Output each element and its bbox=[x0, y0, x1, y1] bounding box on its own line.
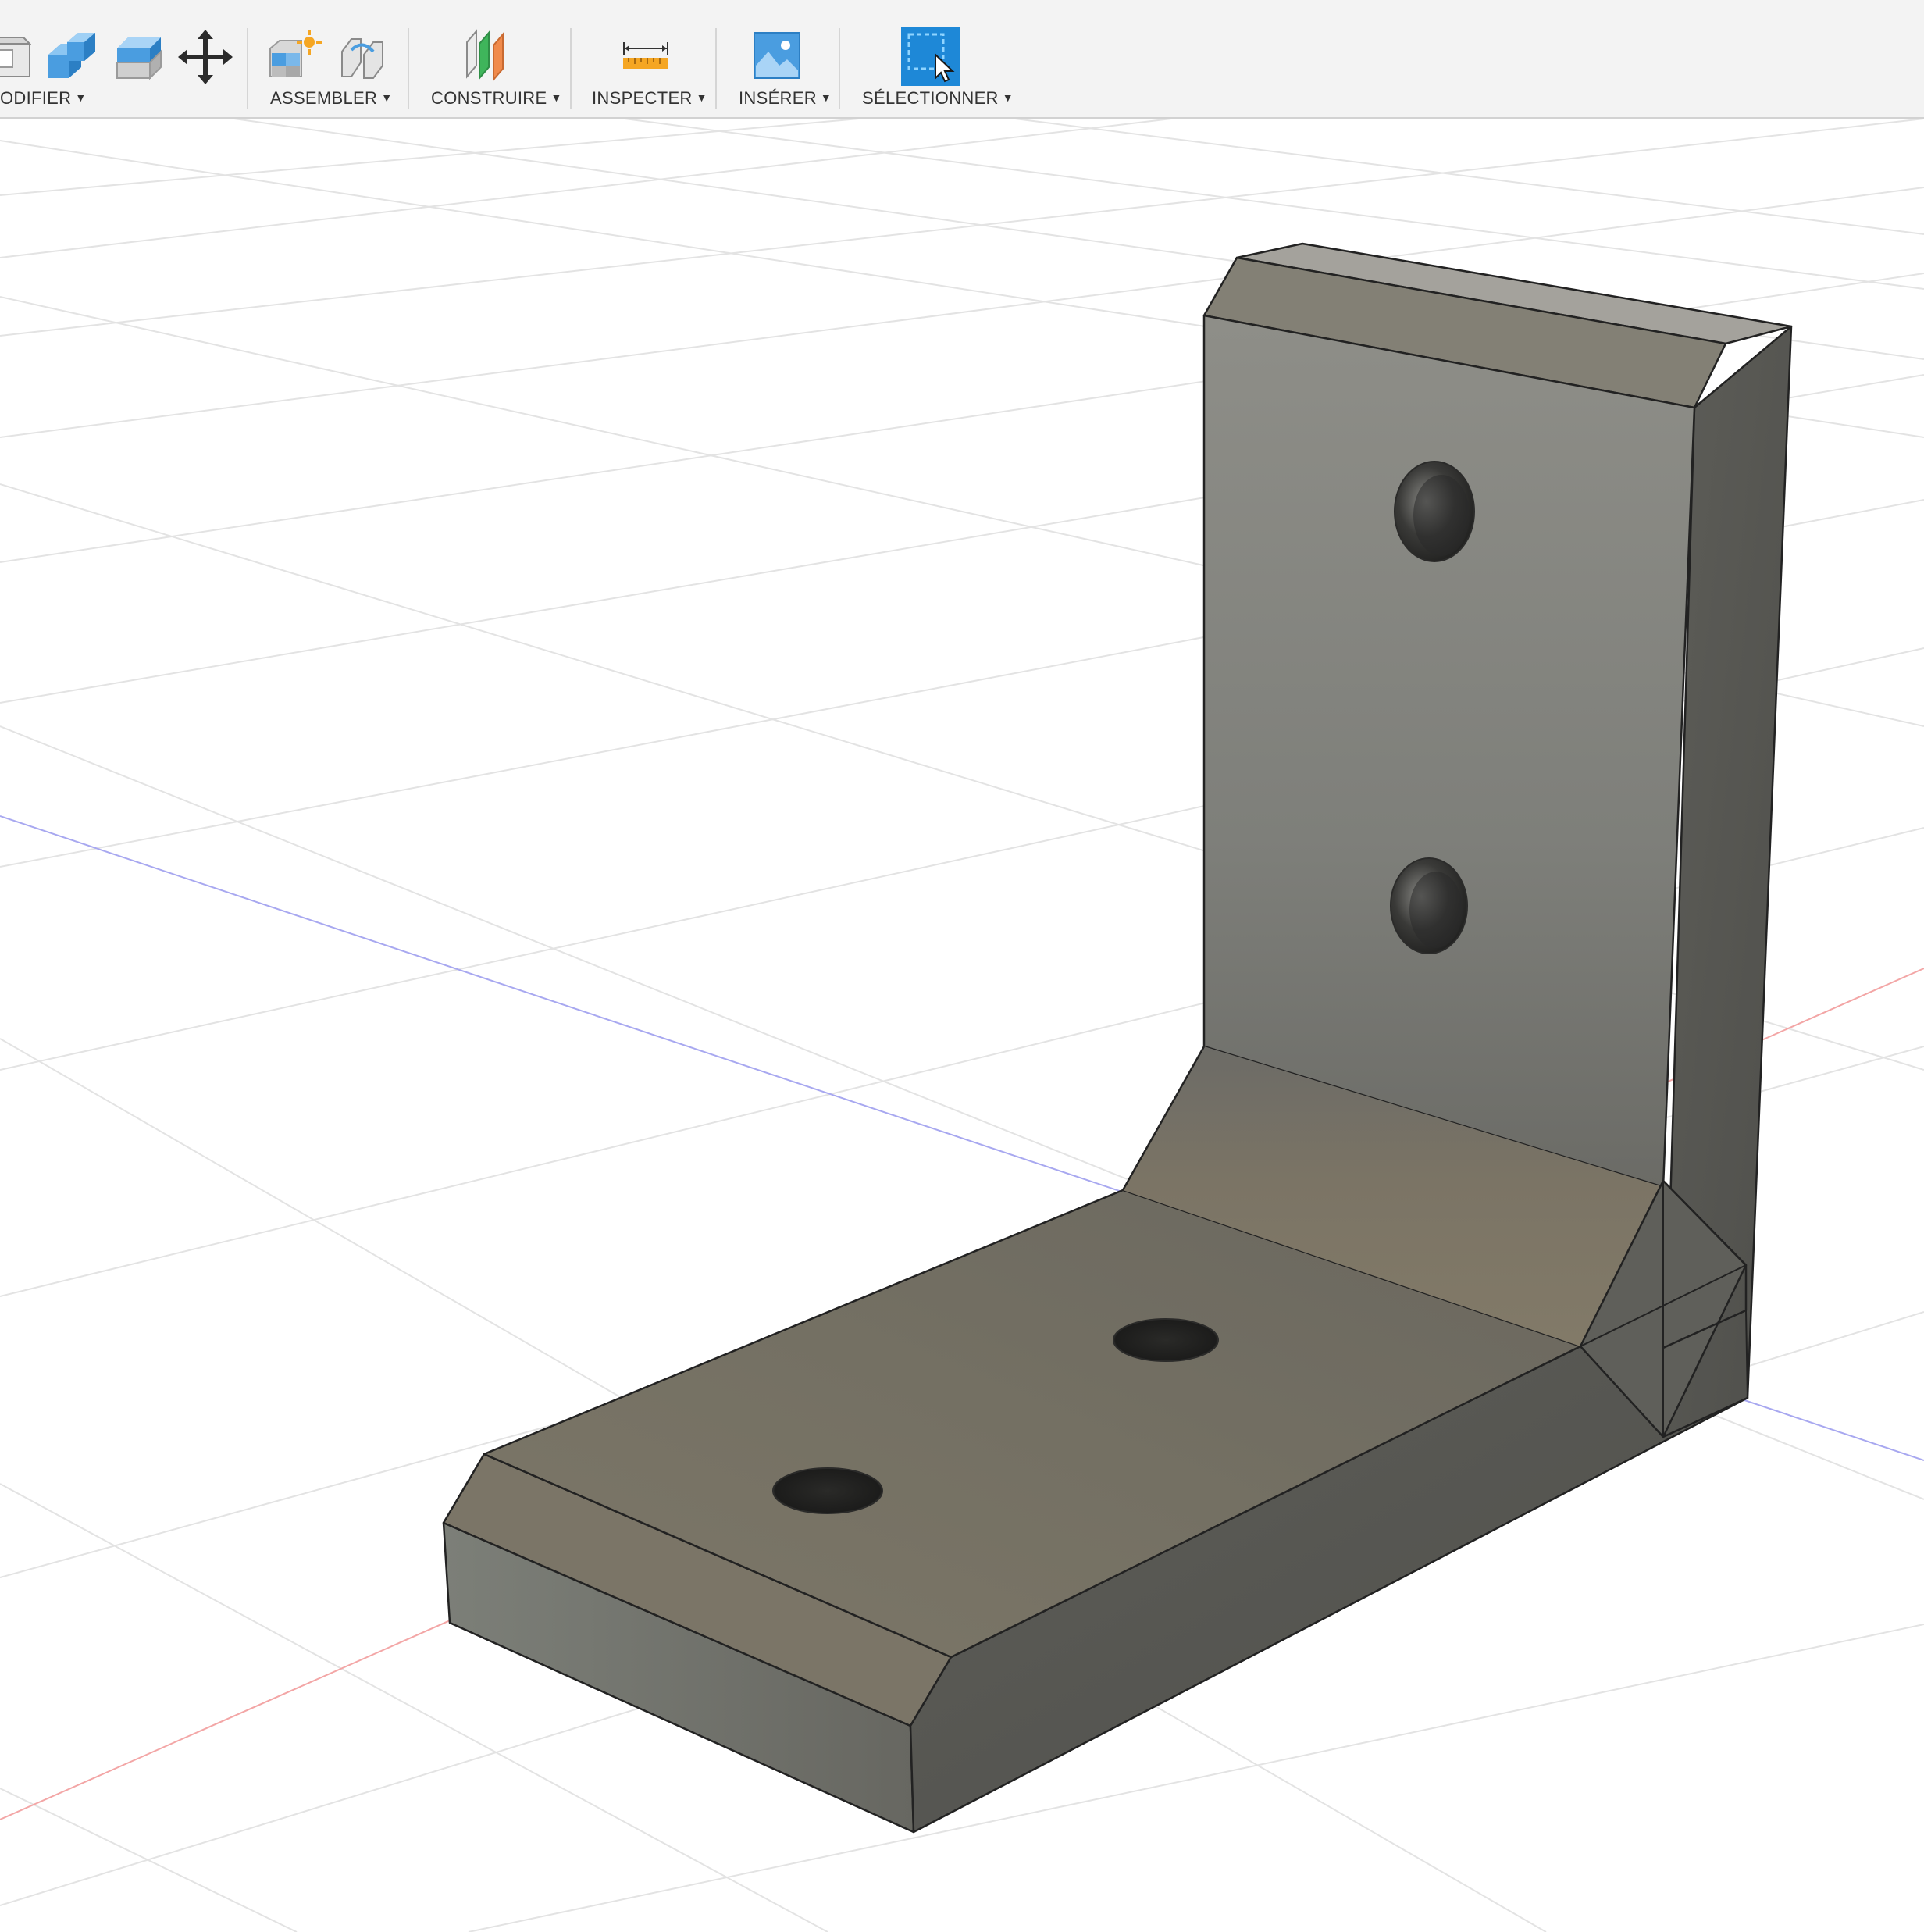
chevron-down-icon: ▼ bbox=[820, 91, 832, 104]
3d-viewport[interactable] bbox=[0, 119, 1924, 1932]
construct-menu[interactable]: CONSTRUIRE ▼ bbox=[431, 88, 562, 109]
inspect-menu[interactable]: INSPECTER ▼ bbox=[592, 88, 707, 109]
joint-icon[interactable] bbox=[337, 31, 387, 81]
toolbar-divider bbox=[408, 28, 409, 109]
offset-plane-icon[interactable] bbox=[464, 28, 515, 83]
toolbar-divider bbox=[570, 28, 572, 109]
measure-icon[interactable] bbox=[622, 41, 670, 72]
wall-front-face[interactable] bbox=[1202, 314, 1696, 1189]
inspect-menu-label: INSPECTER bbox=[592, 88, 693, 108]
insert-image-icon[interactable] bbox=[753, 31, 801, 80]
construct-menu-label: CONSTRUIRE bbox=[431, 88, 547, 108]
assemble-menu-label: ASSEMBLER bbox=[270, 88, 378, 108]
toolbar-divider bbox=[715, 28, 717, 109]
select-menu-label: SÉLECTIONNER bbox=[862, 88, 999, 108]
chevron-down-icon: ▼ bbox=[550, 91, 562, 104]
fusion-window: ODIFIER ▼ ASSEMBLER ▼ CONSTRUIRE ▼ INSPE… bbox=[0, 0, 1924, 1932]
move-icon[interactable] bbox=[178, 30, 233, 84]
press-pull-icon[interactable] bbox=[45, 28, 100, 83]
modify-menu[interactable]: ODIFIER ▼ bbox=[0, 88, 87, 109]
toolbar-divider bbox=[247, 28, 248, 109]
insert-menu-label: INSÉRER bbox=[739, 88, 817, 108]
insert-menu[interactable]: INSÉRER ▼ bbox=[739, 88, 832, 109]
chevron-down-icon: ▼ bbox=[381, 91, 393, 104]
assemble-menu[interactable]: ASSEMBLER ▼ bbox=[270, 88, 392, 109]
base-hole-front[interactable] bbox=[772, 1467, 883, 1514]
bracket-model[interactable] bbox=[442, 242, 1793, 1834]
select-icon[interactable] bbox=[901, 27, 960, 86]
chevron-down-icon: ▼ bbox=[696, 91, 707, 104]
toolbar: ODIFIER ▼ ASSEMBLER ▼ CONSTRUIRE ▼ INSPE… bbox=[0, 0, 1924, 119]
push-pull-icon[interactable] bbox=[0, 30, 31, 81]
chevron-down-icon: ▼ bbox=[75, 91, 87, 104]
toolbar-divider bbox=[839, 28, 840, 109]
chevron-down-icon: ▼ bbox=[1002, 91, 1014, 104]
shell-icon[interactable] bbox=[114, 30, 164, 81]
new-component-icon[interactable] bbox=[267, 30, 322, 83]
select-menu[interactable]: SÉLECTIONNER ▼ bbox=[862, 88, 1014, 109]
modify-menu-label: ODIFIER bbox=[0, 88, 72, 108]
base-hole-rear[interactable] bbox=[1113, 1318, 1219, 1362]
